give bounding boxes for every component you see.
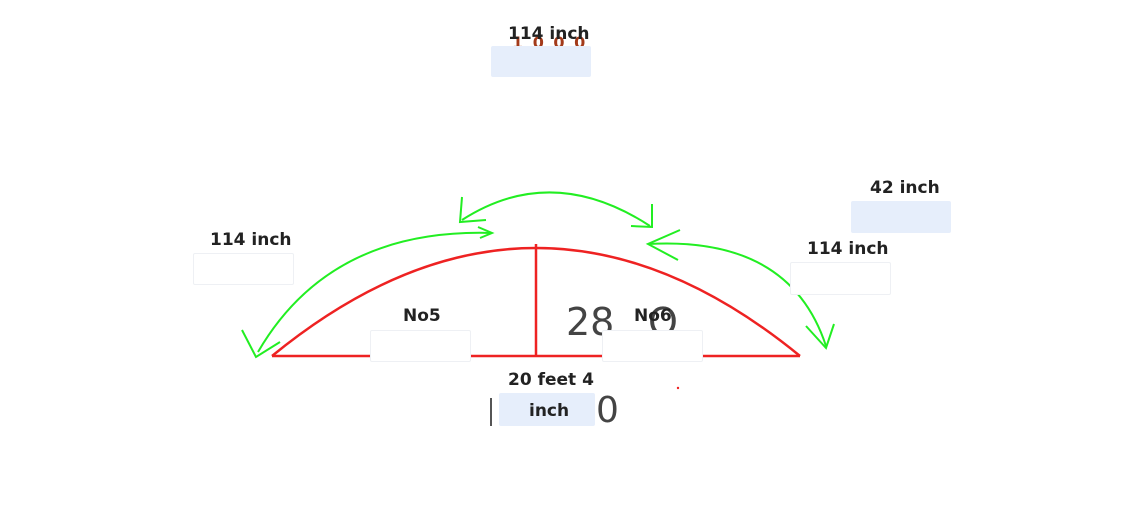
right-length-label: 114 inch	[807, 239, 889, 259]
bottom-length-label-unit: inch	[529, 401, 570, 421]
top-right-length-label: 42 inch	[870, 178, 940, 198]
top-right-answer-box[interactable]	[851, 201, 951, 233]
bottom-length-label: 20 feet 4	[508, 370, 594, 390]
diagram-canvas: 1 0 0 0 114 inch 42 inch 114 inch 114 in…	[0, 0, 1138, 510]
left-answer-box[interactable]	[193, 253, 294, 285]
no5-answer-box[interactable]	[370, 330, 471, 362]
no5-label: No5	[403, 306, 441, 326]
bottom-handwritten-value: 0	[596, 390, 619, 431]
right-arc-arrowhead-bottom	[805, 323, 835, 350]
right-answer-box[interactable]	[790, 262, 891, 295]
right-arc-arrowhead-left	[645, 229, 681, 261]
left-length-label: 114 inch	[210, 230, 292, 250]
top-arc-arrow	[461, 191, 651, 227]
top-answer-box[interactable]	[491, 46, 591, 77]
red-dot	[676, 386, 680, 390]
top-length-label: 114 inch	[508, 24, 590, 44]
no6-label: No6	[634, 306, 672, 326]
no6-answer-box[interactable]	[602, 330, 703, 362]
